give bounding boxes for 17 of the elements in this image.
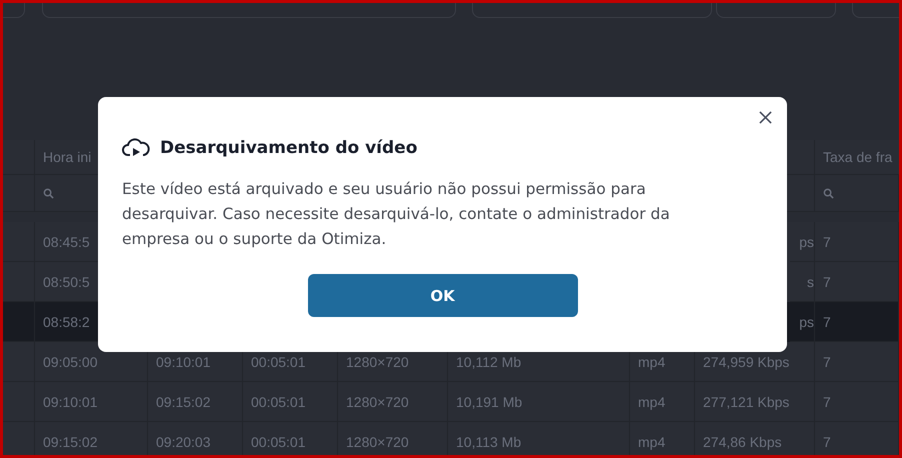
filter-cell[interactable] bbox=[3, 175, 35, 212]
table-cell: 1280×720 bbox=[338, 422, 448, 455]
table-cell: 10,113 Mb bbox=[448, 422, 630, 455]
table-row[interactable]: 09:10:01 09:15:02 00:05:01 1280×720 10,191 Mb mp4 277,121 Kbps 7 bbox=[3, 382, 899, 422]
table-cell: 274,86 Kbps bbox=[695, 422, 815, 455]
dialog-title: Desarquivamento do vídeo bbox=[160, 138, 418, 158]
search-icon bbox=[823, 188, 834, 198]
filter-cell[interactable] bbox=[815, 175, 899, 212]
search-icon bbox=[43, 188, 54, 198]
dialog-message: Este vídeo está arquivado e seu usuário não possui permissão para desarquivar. Caso necessite desarquivá-lo, contate o administrador da empresa ou o suporte da Otimiza. bbox=[122, 179, 671, 250]
cloud-play-icon bbox=[122, 137, 150, 159]
table-cell: 09:20:03 bbox=[148, 422, 243, 455]
table-cell: mp4 bbox=[630, 422, 695, 455]
ok-button[interactable]: OK bbox=[308, 274, 578, 317]
table-cell: 7 bbox=[815, 422, 899, 455]
table-cell: 09:15:02 bbox=[35, 422, 148, 455]
table-cell: 00:05:01 bbox=[243, 422, 338, 455]
